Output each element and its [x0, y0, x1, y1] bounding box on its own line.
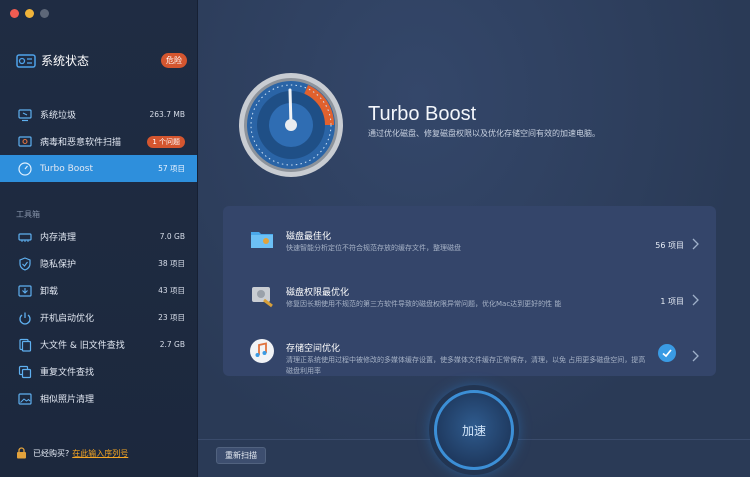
sidebar-item-label: 开机启动优化 [40, 314, 95, 324]
monitor-trash-icon [18, 108, 32, 121]
virus-shield-icon [18, 135, 32, 147]
lock-icon [17, 447, 26, 459]
sidebar-item-similar-photos[interactable]: 相似照片清理 [0, 385, 197, 412]
issue-badge: 1 个问题 [147, 135, 185, 148]
sidebar-item-large-old-files[interactable]: 大文件 & 旧文件查找 2.7 GB [0, 331, 197, 358]
sidebar-item-value: 43 项目 [158, 286, 185, 295]
sidebar-item-uninstall[interactable]: 卸载 43 项目 [0, 277, 197, 304]
checkmark-icon [658, 344, 676, 362]
enter-serial-link[interactable]: 在此输入序列号 [72, 448, 128, 459]
already-purchased-text: 已经购买? [33, 448, 70, 458]
sidebar-item-label: 病毒和恶意软件扫描 [40, 138, 122, 148]
purchase-footer: 已经购买? 在此输入序列号 [16, 447, 128, 459]
list-item-disk-permissions[interactable]: 磁盘权限最优化 修复因长期使用不规范的第三方软件导致的磁盘权限异常问题，优化Ma… [223, 268, 716, 324]
privacy-shield-icon [19, 256, 31, 271]
sidebar-item-label: 重复文件查找 [40, 368, 95, 378]
sidebar-item-label: 相似照片清理 [40, 395, 95, 405]
close-window-button[interactable] [10, 9, 19, 18]
system-status-icon [16, 53, 36, 68]
chevron-right-icon[interactable] [692, 238, 699, 250]
sidebar-item-system-junk[interactable]: 系统垃圾 263.7 MB [0, 101, 197, 128]
sidebar-item-label: 内存清理 [40, 233, 77, 243]
tools-nav: 内存清理 7.0 GB 隐私保护 38 项目 卸载 43 项目 开机启动优化 2… [0, 223, 197, 412]
sidebar: 系统状态 危险 系统垃圾 263.7 MB 病毒和恶意软件扫描 1 个问题 Tu… [0, 0, 198, 477]
optimization-list: 磁盘最佳化 快速智能分析定位不符合规范存放的缓存文件，整理磁盘 56 项目 磁盘… [223, 206, 716, 376]
sidebar-item-label: 大文件 & 旧文件查找 [40, 341, 125, 351]
system-status-header[interactable]: 系统状态 危险 [16, 52, 187, 69]
item-description: 修复因长期使用不规范的第三方软件导致的磁盘权限异常问题，优化Mac达到更好的性 … [286, 300, 562, 308]
sidebar-item-label: 隐私保护 [40, 260, 77, 270]
item-title: 磁盘权限最优化 [286, 288, 350, 298]
photo-icon [18, 392, 32, 405]
list-item-disk-optimize[interactable]: 磁盘最佳化 快速智能分析定位不符合规范存放的缓存文件，整理磁盘 56 项目 [223, 212, 716, 268]
minimize-window-button[interactable] [25, 9, 34, 18]
sidebar-item-memory-clean[interactable]: 内存清理 7.0 GB [0, 223, 197, 250]
item-count: 1 项目 [660, 297, 684, 306]
sidebar-item-label: 系统垃圾 [40, 111, 77, 121]
sidebar-item-value: 7.0 GB [159, 232, 185, 241]
item-description: 快速智能分析定位不符合规范存放的缓存文件，整理磁盘 [286, 244, 461, 252]
page-title: Turbo Boost [368, 103, 477, 125]
sidebar-item-malware-scan[interactable]: 病毒和恶意软件扫描 1 个问题 [0, 128, 197, 155]
sidebar-item-startup[interactable]: 开机启动优化 23 项目 [0, 304, 197, 331]
page-description: 通过优化磁盘、修复磁盘权限以及优化存储空间有效的加速电脑。 [368, 129, 600, 138]
sidebar-item-label: 卸载 [40, 287, 59, 297]
toolbox-section-label: 工具箱 [16, 210, 40, 219]
memory-icon [18, 232, 32, 242]
boost-button[interactable]: 加速 [434, 390, 514, 470]
sidebar-item-duplicates[interactable]: 重复文件查找 [0, 358, 197, 385]
speedometer-icon [18, 161, 32, 176]
sidebar-item-value: 263.7 MB [149, 110, 185, 119]
sidebar-item-label: Turbo Boost [40, 163, 94, 174]
item-description: 清理正系统使用过程中被修改的多媒体缓存设置，使多媒体文件缓存正常保存，清理，以免… [286, 356, 646, 375]
duplicate-icon [18, 365, 32, 378]
disk-repair-icon [252, 287, 273, 308]
main-content: Turbo Boost 通过优化磁盘、修复磁盘权限以及优化存储空间有效的加速电脑… [198, 0, 750, 477]
item-count: 56 项目 [655, 241, 684, 250]
item-title: 存储空间优化 [286, 344, 341, 354]
system-status-title: 系统状态 [41, 54, 90, 68]
turbo-gauge-icon [239, 73, 343, 177]
item-title: 磁盘最佳化 [286, 232, 332, 242]
chevron-right-icon[interactable] [692, 294, 699, 306]
uninstall-icon [18, 284, 32, 297]
danger-badge: 危险 [161, 53, 187, 68]
sidebar-item-value: 57 项目 [158, 164, 185, 173]
sidebar-item-value: 23 项目 [158, 313, 185, 322]
list-item-storage-optimize[interactable]: 存储空间优化 清理正系统使用过程中被修改的多媒体缓存设置，使多媒体文件缓存正常保… [223, 324, 716, 380]
sidebar-item-turbo-boost[interactable]: Turbo Boost 57 项目 [0, 155, 197, 182]
sidebar-item-privacy[interactable]: 隐私保护 38 项目 [0, 250, 197, 277]
sidebar-item-value: 38 项目 [158, 259, 185, 268]
music-note-icon [250, 339, 274, 363]
sidebar-item-value: 2.7 GB [159, 340, 185, 349]
rescan-button[interactable]: 重新扫描 [216, 447, 266, 464]
files-icon [19, 338, 32, 352]
scan-nav: 系统垃圾 263.7 MB 病毒和恶意软件扫描 1 个问题 Turbo Boos… [0, 101, 197, 182]
chevron-right-icon[interactable] [692, 350, 699, 362]
app-window: 系统状态 危险 系统垃圾 263.7 MB 病毒和恶意软件扫描 1 个问题 Tu… [0, 0, 750, 477]
disk-folder-icon [251, 232, 273, 248]
zoom-window-button[interactable] [40, 9, 49, 18]
power-icon [19, 312, 31, 325]
window-controls [10, 9, 49, 18]
